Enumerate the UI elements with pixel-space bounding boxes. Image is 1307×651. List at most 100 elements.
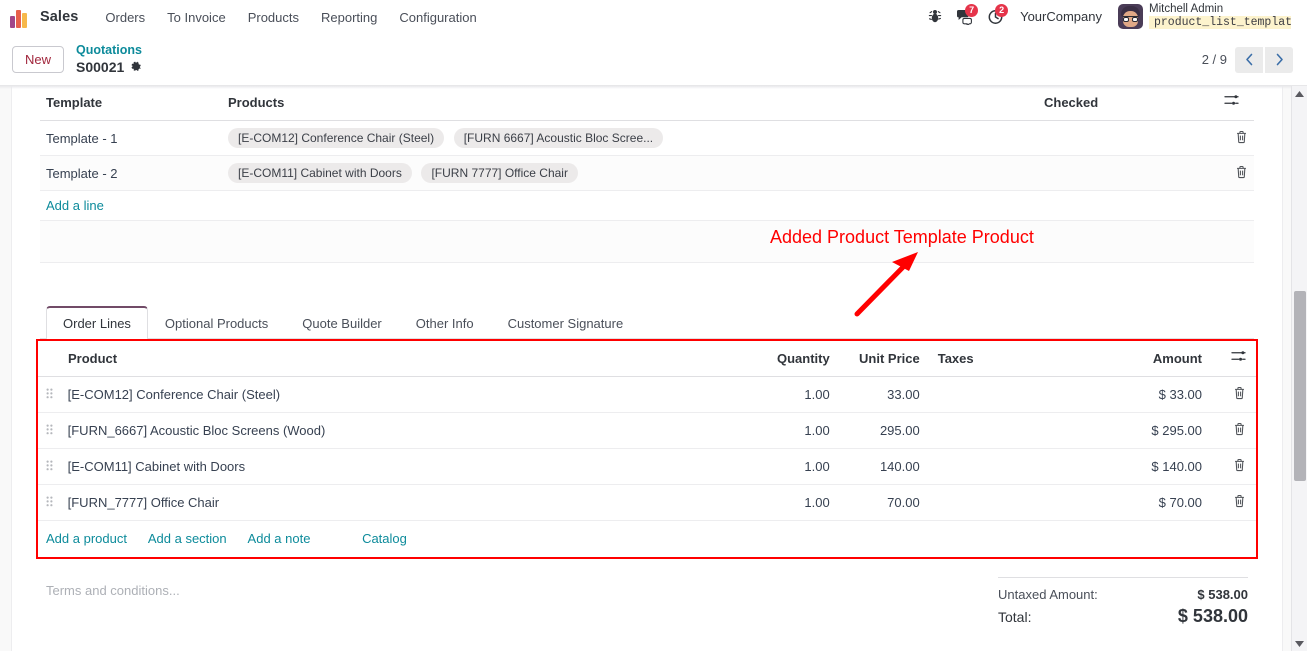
- column-options-icon[interactable]: [1231, 350, 1246, 366]
- tab-order-lines[interactable]: Order Lines: [46, 306, 148, 339]
- cell-product: [FURN_6667] Acoustic Bloc Screens (Wood): [38, 412, 730, 449]
- scroll-down-arrow-icon[interactable]: [1292, 635, 1307, 651]
- clock-activity-icon[interactable]: 2: [980, 3, 1010, 31]
- form-sheet: Template Products Checked Template - 1 […: [11, 86, 1283, 651]
- cell-template-name: Template - 2: [40, 155, 222, 191]
- table-row[interactable]: Template - 1 [E-COM12] Conference Chair …: [40, 120, 1254, 156]
- header-column-options: [1210, 341, 1256, 377]
- cell-unit-price[interactable]: 70.00: [837, 484, 928, 521]
- drag-handle-icon[interactable]: [46, 424, 58, 436]
- cell-taxes[interactable]: [927, 376, 1054, 413]
- cell-quantity[interactable]: 1.00: [729, 484, 838, 521]
- user-name: Mitchell Admin: [1149, 2, 1224, 15]
- trash-icon[interactable]: [1233, 494, 1246, 511]
- bug-icon[interactable]: [920, 3, 950, 31]
- cell-checked[interactable]: [1038, 120, 1218, 156]
- cell-quantity[interactable]: 1.00: [729, 376, 838, 413]
- table-row[interactable]: Template - 2 [E-COM11] Cabinet with Door…: [40, 155, 1254, 191]
- cell-products: [E-COM11] Cabinet with Doors [FURN 7777]…: [222, 155, 1038, 191]
- header-column-options: [1218, 86, 1254, 121]
- cell-taxes[interactable]: [927, 448, 1054, 485]
- add-a-note-link[interactable]: Add a note: [248, 531, 311, 546]
- tab-quote-builder[interactable]: Quote Builder: [285, 306, 399, 339]
- control-panel: New Quotations S00021 2 / 9: [0, 34, 1307, 86]
- chevron-left-icon[interactable]: [1235, 46, 1263, 73]
- cell-delete: [1218, 120, 1254, 156]
- order-footer: Terms and conditions... Untaxed Amount: …: [40, 577, 1254, 629]
- header-amount: Amount: [1053, 341, 1210, 377]
- trash-icon[interactable]: [1233, 386, 1246, 403]
- vertical-scrollbar[interactable]: [1291, 86, 1307, 651]
- total-row: Total: $ 538.00: [998, 604, 1248, 629]
- avatar: [1118, 4, 1143, 30]
- odoo-logo-icon: [10, 6, 32, 28]
- breadcrumb: Quotations S00021: [76, 43, 142, 76]
- notebook-tabs: Order Lines Optional Products Quote Buil…: [40, 305, 1254, 339]
- total-label: Total:: [998, 609, 1032, 625]
- table-row[interactable]: [E-COM11] Cabinet with Doors 1.00 140.00…: [38, 448, 1256, 485]
- catalog-link[interactable]: Catalog: [362, 531, 407, 546]
- order-lines-highlight: Product Quantity Unit Price Taxes Amount: [36, 339, 1258, 559]
- scroll-shadow: [0, 86, 1307, 89]
- add-a-product-link[interactable]: Add a product: [46, 531, 127, 546]
- cell-checked[interactable]: [1038, 155, 1218, 191]
- drag-handle-icon[interactable]: [46, 496, 58, 508]
- add-a-line-link[interactable]: Add a line: [46, 198, 104, 213]
- messages-icon[interactable]: 7: [950, 3, 980, 31]
- product-tag[interactable]: [E-COM11] Cabinet with Doors: [228, 163, 412, 183]
- chevron-right-icon[interactable]: [1265, 46, 1293, 73]
- column-options-icon[interactable]: [1224, 94, 1239, 110]
- menu-item-configuration[interactable]: Configuration: [388, 6, 487, 29]
- table-row[interactable]: [FURN_6667] Acoustic Bloc Screens (Wood)…: [38, 412, 1256, 449]
- trash-icon[interactable]: [1235, 130, 1248, 147]
- trash-icon[interactable]: [1233, 422, 1246, 439]
- product-name: [E-COM12] Conference Chair (Steel): [67, 387, 281, 402]
- add-a-section-link[interactable]: Add a section: [148, 531, 227, 546]
- cell-product: [E-COM11] Cabinet with Doors: [38, 448, 730, 485]
- main-menu: Orders To Invoice Products Reporting Con…: [94, 6, 487, 29]
- gear-icon[interactable]: [130, 61, 142, 73]
- menu-item-reporting[interactable]: Reporting: [310, 6, 388, 29]
- cell-add-line: Add a line: [40, 190, 1254, 221]
- drag-handle-icon[interactable]: [46, 460, 58, 472]
- tab-other-info[interactable]: Other Info: [399, 306, 491, 339]
- menu-item-to-invoice[interactable]: To Invoice: [156, 6, 237, 29]
- trash-icon[interactable]: [1233, 458, 1246, 475]
- table-spacer-row: [40, 220, 1254, 263]
- scrollbar-thumb[interactable]: [1294, 291, 1306, 481]
- cell-footer-links: Add a product Add a section Add a note C…: [38, 521, 1256, 558]
- tab-customer-signature[interactable]: Customer Signature: [491, 306, 641, 339]
- menu-item-orders[interactable]: Orders: [94, 6, 156, 29]
- table-row[interactable]: [FURN_7777] Office Chair 1.00 70.00 $ 70…: [38, 484, 1256, 521]
- cell-unit-price[interactable]: 33.00: [837, 376, 928, 413]
- cell-taxes[interactable]: [927, 484, 1054, 521]
- product-tag[interactable]: [FURN 7777] Office Chair: [421, 163, 578, 183]
- cell-unit-price[interactable]: 140.00: [837, 448, 928, 485]
- cell-taxes[interactable]: [927, 412, 1054, 449]
- total-value: $ 538.00: [1177, 606, 1248, 626]
- product-template-table: Template Products Checked Template - 1 […: [40, 86, 1254, 263]
- cell-unit-price[interactable]: 295.00: [837, 412, 928, 449]
- menu-item-products[interactable]: Products: [237, 6, 310, 29]
- product-tag[interactable]: [FURN 6667] Acoustic Bloc Scree...: [453, 128, 664, 148]
- company-selector[interactable]: YourCompany: [1010, 5, 1112, 28]
- new-button[interactable]: New: [12, 46, 65, 73]
- scroll-up-arrow-icon[interactable]: [1292, 86, 1307, 102]
- product-tag[interactable]: [E-COM12] Conference Chair (Steel): [228, 128, 445, 148]
- terms-and-conditions-field[interactable]: Terms and conditions...: [46, 577, 998, 629]
- app-name[interactable]: Sales: [40, 9, 78, 25]
- header-quantity: Quantity: [729, 341, 838, 377]
- tab-optional-products[interactable]: Optional Products: [148, 306, 285, 339]
- header-template: Template: [40, 86, 222, 121]
- cell-quantity[interactable]: 1.00: [729, 448, 838, 485]
- table-row[interactable]: [E-COM12] Conference Chair (Steel) 1.00 …: [38, 376, 1256, 413]
- database-name: product_list_template_sa…: [1149, 16, 1291, 30]
- drag-handle-icon[interactable]: [46, 388, 58, 400]
- user-menu[interactable]: Mitchell Admin product_list_template_sa…: [1112, 1, 1295, 33]
- cell-template-name: Template - 1: [40, 120, 222, 156]
- trash-icon[interactable]: [1235, 165, 1248, 182]
- template-table-header-row: Template Products Checked: [40, 86, 1254, 121]
- cell-quantity[interactable]: 1.00: [729, 412, 838, 449]
- breadcrumb-quotations[interactable]: Quotations: [76, 43, 142, 59]
- untaxed-amount-value: $ 538.00: [1197, 587, 1248, 602]
